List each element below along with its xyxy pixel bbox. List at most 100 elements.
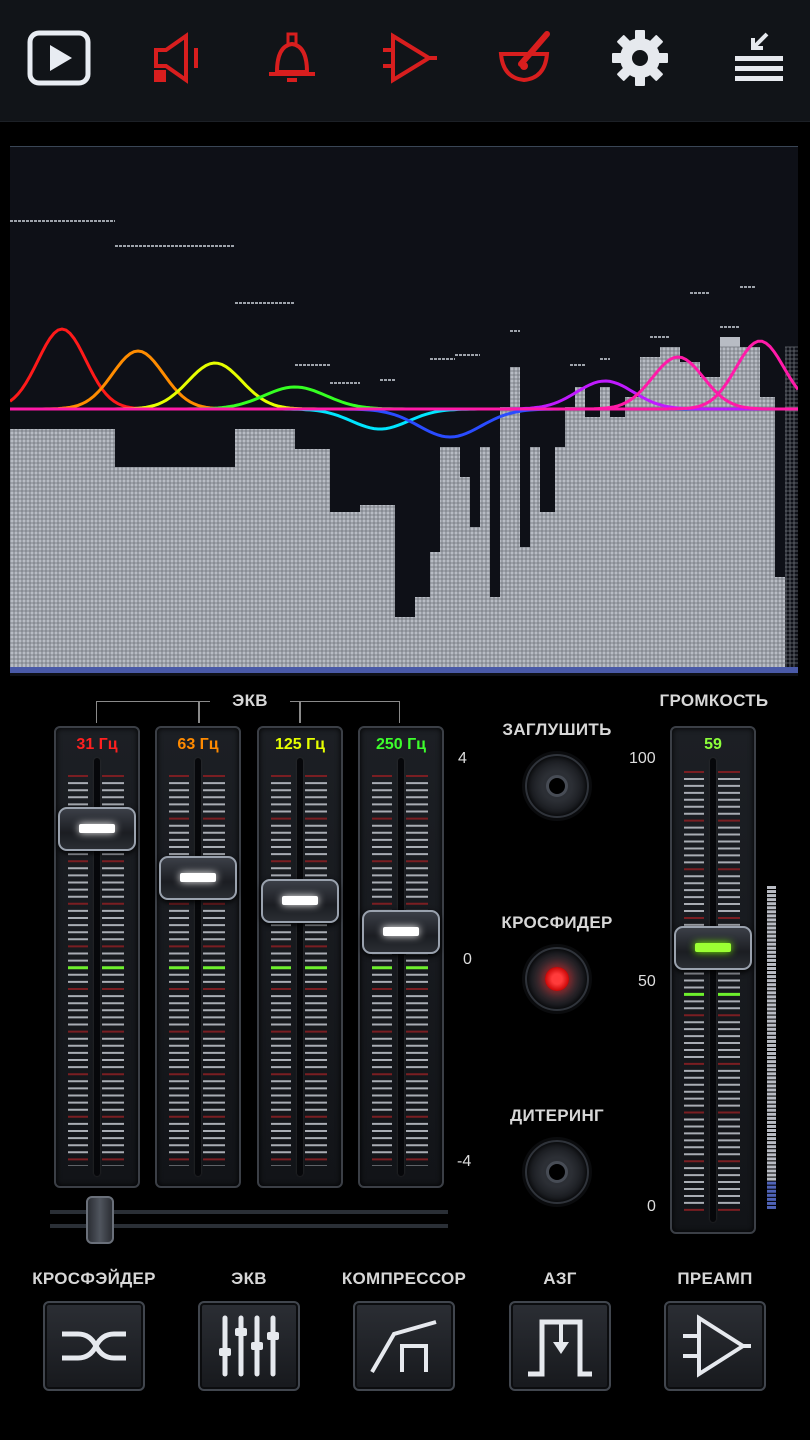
bell-button[interactable] [256, 24, 328, 92]
balance-slider[interactable] [50, 1196, 448, 1246]
vu-segment [767, 979, 776, 983]
vu-segment [767, 1043, 776, 1047]
volume-value: 59 [704, 736, 722, 753]
amplifier-icon [383, 32, 437, 84]
eq-scale-top: 4 [458, 750, 467, 767]
crossfader-button[interactable] [525, 947, 589, 1011]
vu-segment [767, 1048, 776, 1051]
fader-ticks [684, 771, 740, 1211]
fader-ticks [169, 775, 225, 1166]
eq-fader-band[interactable]: 125 Гц [257, 726, 343, 1188]
fader-ticks [372, 775, 428, 1166]
vu-segment [767, 1145, 776, 1149]
spectrum-column [530, 447, 540, 667]
vu-segment [767, 902, 776, 906]
volume-fader[interactable]: 59 [670, 726, 756, 1234]
vu-segment [767, 954, 776, 958]
bottom-tab-button[interactable] [509, 1301, 611, 1391]
speaker-button[interactable] [141, 24, 213, 92]
eq-fader-knob[interactable] [261, 878, 339, 923]
vu-segment [767, 967, 776, 970]
gear-icon [612, 30, 668, 86]
dither-button[interactable] [525, 1140, 589, 1204]
spectrum-column [555, 447, 565, 667]
spectrum-graph [10, 220, 798, 673]
vu-segment [767, 886, 776, 889]
eq-fader-knob[interactable] [58, 806, 136, 851]
amplifier-button[interactable] [372, 24, 444, 92]
spectrum-column [500, 407, 510, 667]
vu-segment [767, 942, 776, 946]
bottom-tab-button[interactable] [664, 1301, 766, 1391]
settings-button[interactable] [604, 24, 676, 92]
spectrum-analyzer [10, 146, 798, 676]
crossfade-icon [62, 1331, 126, 1361]
collapse-menu-icon [735, 32, 783, 81]
spectrum-column [610, 417, 625, 667]
vu-segment [767, 1088, 776, 1092]
crossfader-label: КРОСФИДЕР [501, 913, 613, 932]
vu-segment [767, 1056, 776, 1060]
vu-segment [767, 991, 776, 995]
bottom-tab-button[interactable] [353, 1301, 455, 1391]
vu-segment [767, 1060, 776, 1064]
bottom-tab-label: КРОСФЭЙДЕР [32, 1269, 156, 1288]
spectrum-column [430, 552, 440, 667]
eq-band-label: 63 Гц [177, 736, 219, 753]
vu-segment [767, 1120, 776, 1124]
vu-segment [767, 898, 776, 902]
vu-segment [767, 1161, 776, 1165]
volume-scale-bottom: 0 [647, 1198, 656, 1215]
play-icon [27, 30, 91, 86]
vu-segment [767, 958, 776, 962]
volume-fader-knob[interactable] [674, 926, 752, 971]
player-button[interactable] [23, 24, 95, 92]
noise-gate-icon [528, 1319, 592, 1377]
vu-segment [767, 1124, 776, 1128]
vu-segment [767, 1027, 776, 1031]
bottom-tab-button[interactable] [43, 1301, 145, 1391]
spectrum-column [470, 527, 480, 667]
vu-segment [767, 890, 776, 894]
vu-segment [767, 1019, 776, 1023]
eq-band-label: 31 Гц [76, 736, 118, 753]
eq-bracket-tick [198, 701, 200, 723]
compressor-icon [370, 1320, 437, 1374]
vu-segment [767, 995, 776, 999]
spectrum-column [460, 477, 470, 667]
vu-segment [767, 1035, 776, 1039]
vu-segment [767, 1177, 776, 1181]
vu-segment [767, 983, 776, 987]
eq-fader-band[interactable]: 63 Гц [155, 726, 241, 1188]
fader-ticks [271, 775, 327, 1166]
vu-segment [767, 1157, 776, 1161]
vu-segment [767, 1181, 776, 1185]
vu-segment [767, 1007, 776, 1011]
bottom-tab-button[interactable] [198, 1301, 300, 1391]
vu-segment [767, 922, 776, 926]
eq-band-label: 250 Гц [375, 736, 427, 753]
vu-segment [767, 1173, 776, 1177]
menu-button[interactable] [722, 24, 794, 92]
eq-fader-band[interactable]: 31 Гц [54, 726, 140, 1188]
vu-segment [767, 987, 776, 991]
eq-title: ЭКВ [210, 691, 290, 711]
eq-fader-knob[interactable] [362, 910, 440, 954]
vu-segment [767, 1031, 776, 1035]
bottom-tab-label: КОМПРЕССОР [341, 1269, 467, 1288]
vu-segment [767, 975, 776, 979]
volume-vu-meter [767, 886, 776, 1209]
vu-segment [767, 894, 776, 898]
vu-segment [767, 1108, 776, 1112]
mute-button[interactable] [525, 754, 589, 818]
vu-segment [767, 1189, 776, 1193]
vu-segment [767, 1133, 776, 1137]
balance-slider-thumb[interactable] [85, 1196, 114, 1244]
crossfader-led [545, 967, 569, 991]
eq-fader-band[interactable]: 250 Гц [358, 726, 444, 1188]
volume-title: ГРОМКОСТЬ [659, 691, 769, 710]
mortar-button[interactable] [488, 24, 560, 92]
eq-fader-knob[interactable] [159, 856, 237, 900]
preamp-icon [683, 1314, 751, 1378]
vu-segment [767, 962, 776, 966]
